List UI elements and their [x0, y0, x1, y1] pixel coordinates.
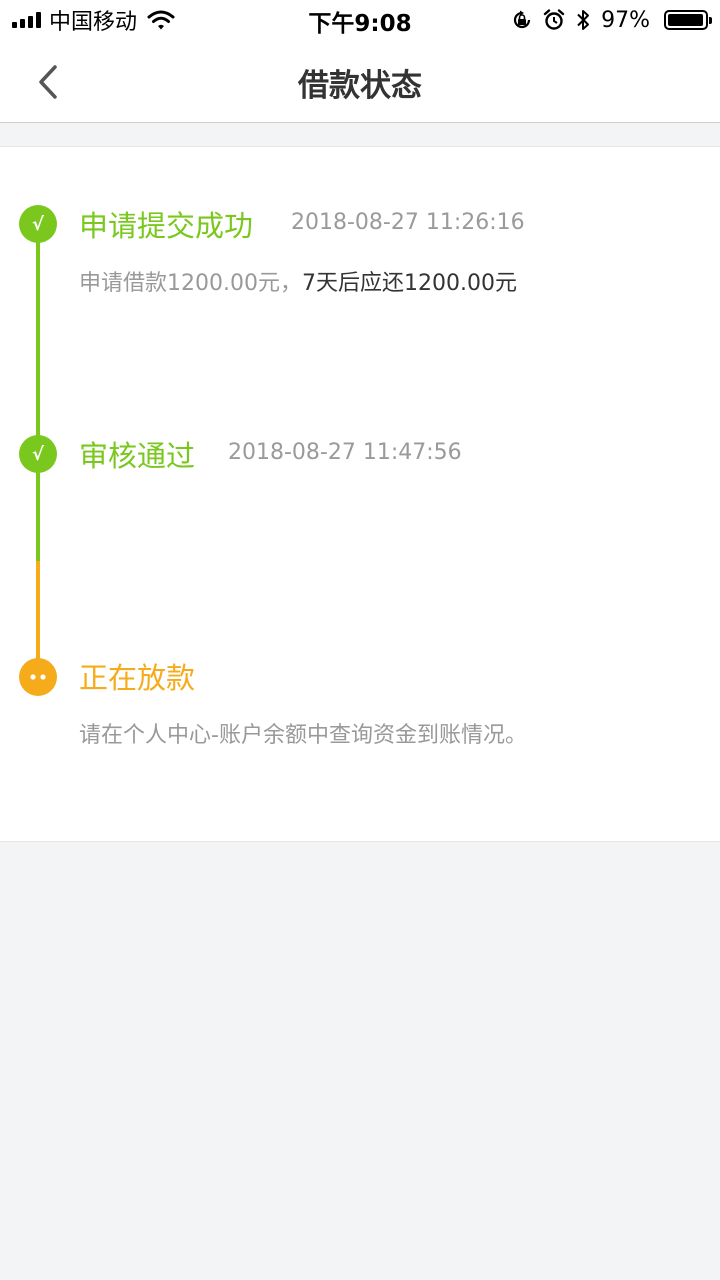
- battery-icon: [664, 10, 712, 30]
- step-pending-indicator: [19, 658, 57, 696]
- step-time: 2018-08-27 11:47:56: [228, 440, 462, 465]
- page-title: 借款状态: [298, 68, 422, 104]
- bluetooth-icon: [577, 10, 590, 30]
- repayment-text: 7天后应还1200.00元: [301, 271, 517, 296]
- nav-bar: 借款状态: [0, 40, 720, 123]
- step-title: 正在放款: [79, 661, 196, 695]
- loan-amount-text: 申请借款1200.00元，: [79, 271, 302, 296]
- orientation-lock-icon: [514, 10, 531, 29]
- step-description: 请在个人中心-账户余额中查询资金到账情况。: [79, 723, 527, 748]
- timeline-card: √ 申请提交成功 2018-08-27 11:26:16 申请借款1200.00…: [0, 146, 720, 842]
- step-description: 申请借款1200.00元，7天后应还1200.00元: [79, 265, 517, 297]
- step-time: 2018-08-27 11:26:16: [291, 210, 525, 235]
- check-icon: √: [31, 443, 44, 465]
- battery-percentage: 97%: [601, 7, 650, 33]
- step-title: 审核通过: [79, 439, 196, 473]
- timeline-line-done: [36, 223, 40, 561]
- alarm-icon: [543, 9, 565, 30]
- status-bar: 中国移动 下午9:08 97%: [0, 0, 720, 40]
- timeline-line-pending: [36, 561, 40, 673]
- step-title: 申请提交成功: [79, 209, 254, 243]
- step-done-indicator: √: [19, 435, 57, 473]
- status-right: 97%: [511, 6, 712, 34]
- ellipsis-icon: [30, 674, 46, 680]
- step-done-indicator: √: [19, 205, 57, 243]
- check-icon: √: [31, 213, 44, 235]
